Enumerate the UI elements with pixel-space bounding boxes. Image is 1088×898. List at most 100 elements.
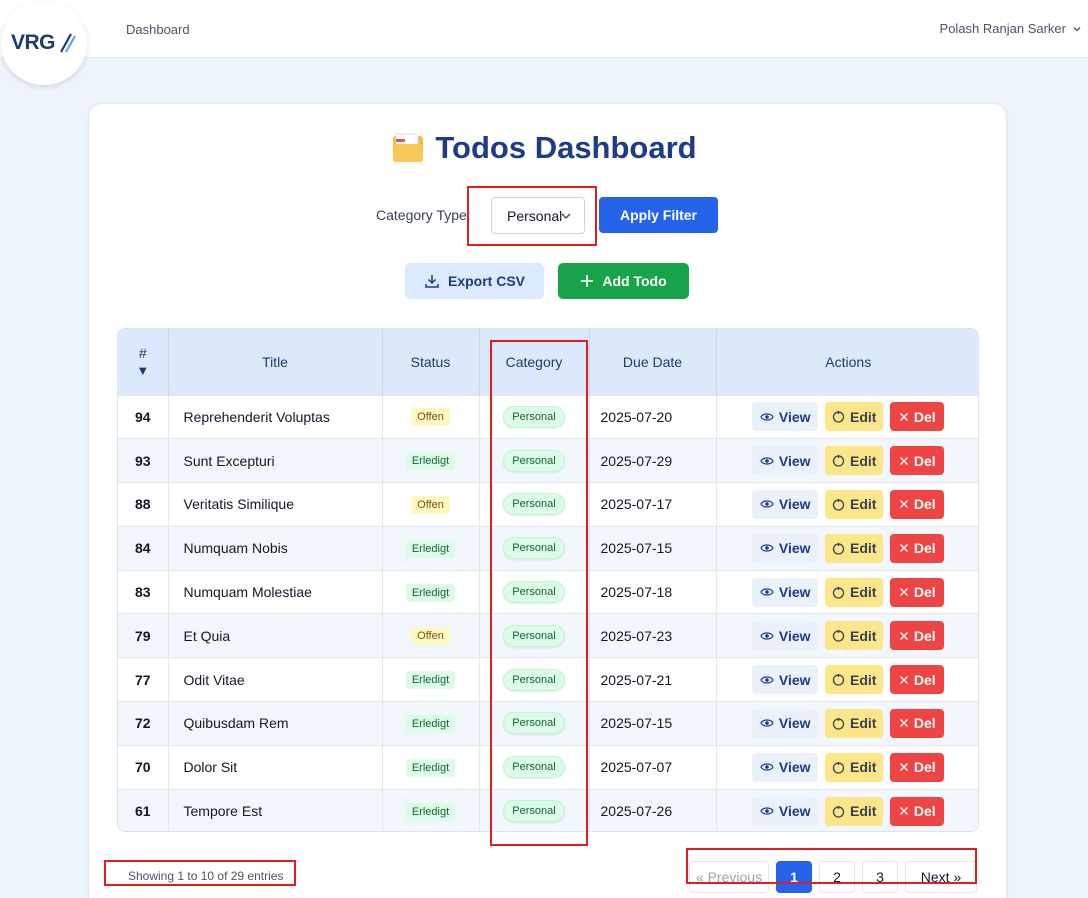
view-label: View: [778, 540, 811, 557]
col-header-due-date[interactable]: Due Date: [589, 329, 717, 395]
row-status-cell: Offen: [382, 613, 480, 658]
page-button-1[interactable]: 1: [776, 861, 812, 893]
row-status-cell: Erledigt: [382, 438, 480, 483]
previous-page-button[interactable]: « Previous: [689, 861, 769, 893]
delete-button[interactable]: Del: [890, 796, 945, 826]
row-status-cell: Erledigt: [382, 525, 480, 571]
delete-label: Del: [913, 715, 936, 732]
table-row: 77 Odit Vitae Erledigt Personal 2025-07-21 Vi…: [118, 657, 978, 702]
edit-button[interactable]: Edit: [825, 665, 884, 695]
col-header-id-label: #: [138, 344, 147, 361]
row-id: 84: [118, 525, 169, 571]
row-status-cell: Erledigt: [382, 701, 480, 746]
row-status-cell: Offen: [382, 482, 480, 527]
view-label: View: [778, 715, 811, 732]
delete-button[interactable]: Del: [890, 708, 945, 738]
row-actions: View Edit Del: [716, 394, 978, 439]
table-header-row: # ▼ Title Status Category Due Date Actio…: [118, 329, 978, 395]
row-category-cell: Personal: [479, 525, 590, 571]
edit-button[interactable]: Edit: [825, 577, 884, 607]
table-row: 79 Et Quia Offen Personal 2025-07-23 View Edit…: [118, 613, 978, 658]
row-status-cell: Erledigt: [382, 569, 480, 614]
apply-filter-button[interactable]: Apply Filter: [599, 197, 718, 233]
category-badge: Personal: [503, 624, 565, 647]
table-row: 70 Dolor Sit Erledigt Personal 2025-07-07 Vie…: [118, 744, 978, 790]
edit-label: Edit: [850, 408, 877, 425]
delete-label: Del: [913, 759, 936, 776]
nav-dashboard-link[interactable]: Dashboard: [126, 22, 190, 37]
close-icon: [899, 544, 908, 553]
delete-label: Del: [913, 540, 936, 557]
eye-icon: [760, 457, 774, 465]
page-header: Todos Dashboard: [0, 130, 1088, 166]
col-header-status[interactable]: Status: [382, 329, 480, 395]
view-button[interactable]: View: [752, 402, 819, 432]
category-select[interactable]: Personal: [491, 197, 585, 234]
view-button[interactable]: View: [752, 665, 819, 695]
delete-button[interactable]: Del: [890, 489, 945, 519]
edit-label: Edit: [850, 496, 877, 513]
delete-button[interactable]: Del: [890, 533, 945, 563]
row-due-date: 2025-07-20: [589, 394, 717, 439]
view-label: View: [778, 584, 811, 601]
status-badge: Offen: [411, 408, 450, 427]
table-row: 72 Quibusdam Rem Erledigt Personal 2025-07-1…: [118, 701, 978, 746]
add-todo-button[interactable]: Add Todo: [558, 263, 689, 299]
status-badge: Erledigt: [405, 539, 456, 558]
row-category-cell: Personal: [479, 394, 590, 439]
view-button[interactable]: View: [752, 446, 819, 476]
view-button[interactable]: View: [752, 621, 819, 651]
view-button[interactable]: View: [752, 752, 819, 782]
export-csv-button[interactable]: Export CSV: [405, 263, 544, 299]
edit-icon: [832, 586, 845, 599]
col-header-title[interactable]: Title: [168, 329, 383, 395]
edit-button[interactable]: Edit: [825, 752, 884, 782]
row-actions: View Edit Del: [716, 788, 978, 831]
folder-icon: [393, 133, 424, 162]
delete-button[interactable]: Del: [890, 446, 945, 476]
row-actions: View Edit Del: [716, 613, 978, 658]
edit-button[interactable]: Edit: [825, 621, 884, 651]
edit-button[interactable]: Edit: [825, 402, 884, 432]
view-button[interactable]: View: [752, 708, 819, 738]
eye-icon: [760, 807, 774, 815]
row-actions: View Edit Del: [716, 657, 978, 702]
category-select-value: Personal: [507, 207, 563, 224]
page-button-3[interactable]: 3: [862, 861, 898, 893]
status-badge: Erledigt: [405, 583, 456, 602]
table-row: 93 Sunt Excepturi Erledigt Personal 2025-07-…: [118, 438, 978, 483]
edit-button[interactable]: Edit: [825, 796, 884, 826]
col-header-id[interactable]: # ▼: [118, 329, 169, 395]
edit-button[interactable]: Edit: [825, 533, 884, 563]
view-button[interactable]: View: [752, 489, 819, 519]
eye-icon: [760, 719, 774, 728]
edit-button[interactable]: Edit: [825, 708, 884, 738]
row-title: Et Quia: [168, 613, 383, 658]
next-page-button[interactable]: Next »: [905, 861, 977, 893]
delete-button[interactable]: Del: [890, 752, 945, 782]
user-menu[interactable]: Polash Ranjan Sarker: [940, 21, 1082, 36]
app-logo[interactable]: VRG: [1, 1, 87, 85]
category-badge: Personal: [503, 668, 565, 691]
view-button[interactable]: View: [752, 577, 819, 607]
delete-label: Del: [913, 408, 936, 425]
delete-button[interactable]: Del: [890, 665, 945, 695]
page-button-2[interactable]: 2: [819, 861, 855, 893]
edit-label: Edit: [850, 671, 877, 688]
row-due-date: 2025-07-21: [589, 657, 717, 702]
edit-button[interactable]: Edit: [825, 489, 884, 519]
row-actions: View Edit Del: [716, 744, 978, 790]
col-header-category[interactable]: Category: [479, 329, 590, 395]
delete-button[interactable]: Del: [890, 577, 945, 607]
row-category-cell: Personal: [479, 569, 590, 614]
delete-label: Del: [913, 671, 936, 688]
view-button[interactable]: View: [752, 796, 819, 826]
delete-button[interactable]: Del: [890, 402, 945, 432]
logo-text: VRG: [10, 31, 56, 54]
edit-icon: [832, 455, 845, 467]
delete-button[interactable]: Del: [890, 621, 945, 651]
edit-button[interactable]: Edit: [825, 446, 884, 476]
close-icon: [899, 412, 908, 421]
view-button[interactable]: View: [752, 533, 819, 563]
row-actions: View Edit Del: [716, 438, 978, 483]
